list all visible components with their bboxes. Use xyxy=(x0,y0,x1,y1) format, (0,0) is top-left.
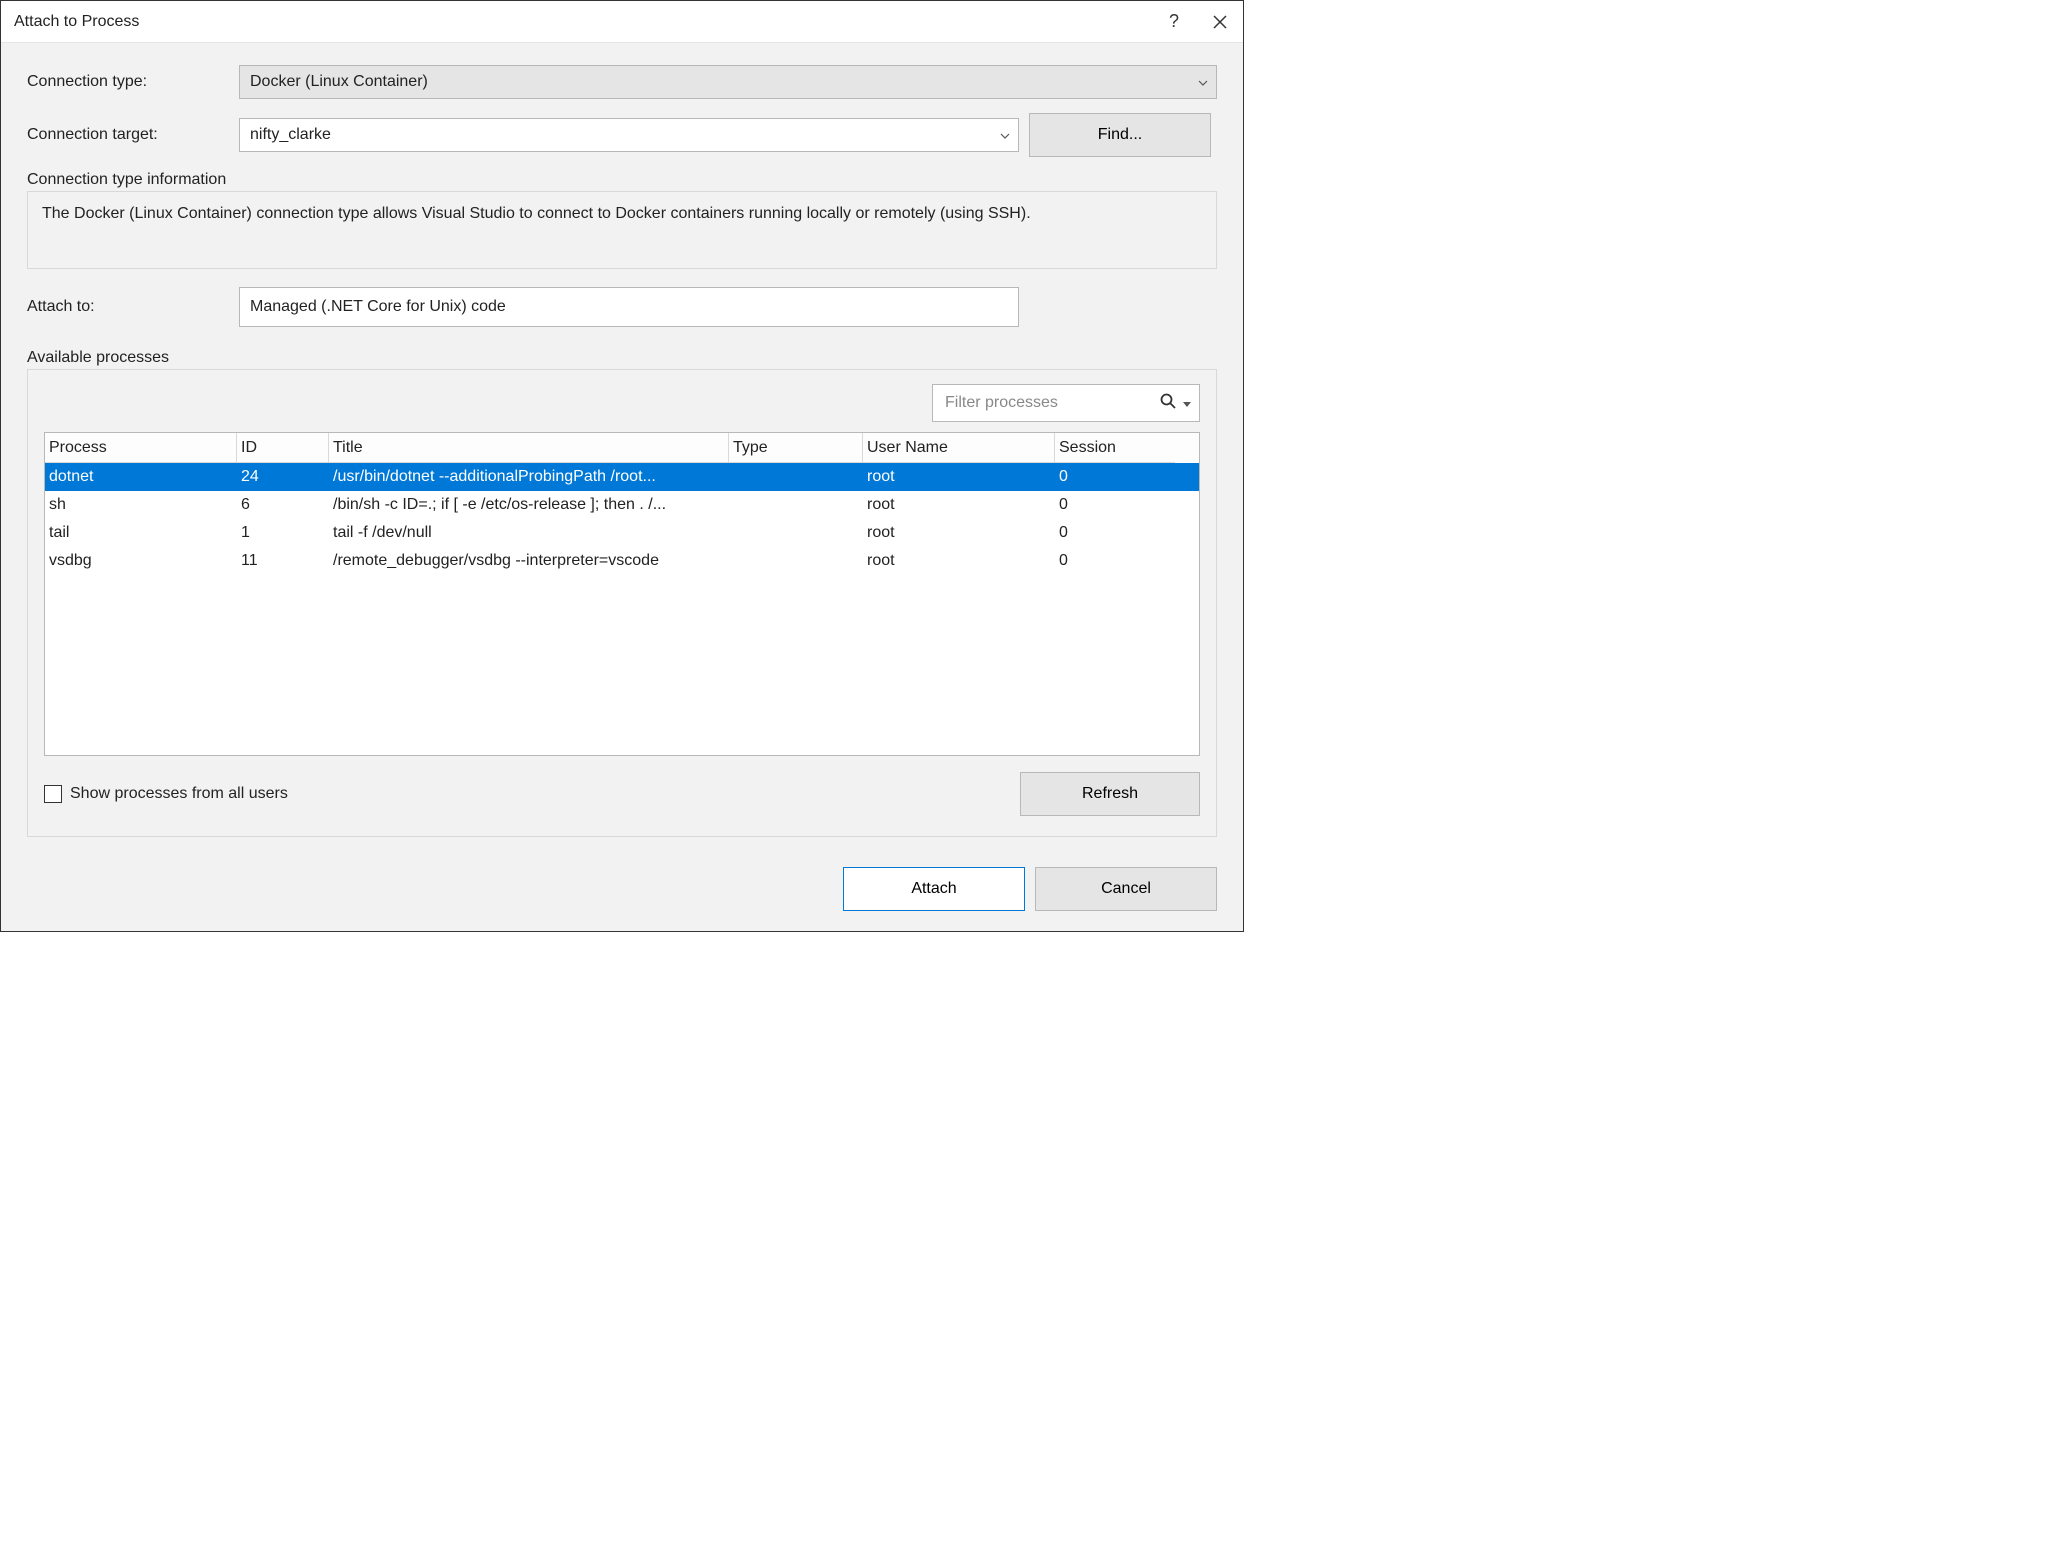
dialog-body: Connection type: Docker (Linux Container… xyxy=(1,43,1243,931)
table-row[interactable]: tail1tail -f /dev/null root0 xyxy=(45,519,1199,547)
table-header: Process ID Title Type User Name Session xyxy=(45,433,1199,463)
filter-processes-input[interactable] xyxy=(943,393,1159,413)
chevron-down-icon xyxy=(1198,73,1208,91)
cell-session: 0 xyxy=(1055,468,1175,486)
col-id[interactable]: ID xyxy=(237,433,329,463)
table-row[interactable]: vsdbg11/remote_debugger/vsdbg --interpre… xyxy=(45,547,1199,575)
cell-process: tail xyxy=(45,524,237,542)
attach-to-field[interactable]: Managed (.NET Core for Unix) code xyxy=(239,287,1019,327)
col-process[interactable]: Process xyxy=(45,433,237,463)
connection-type-dropdown[interactable]: Docker (Linux Container) xyxy=(239,65,1217,99)
available-processes-panel: Process ID Title Type User Name Session … xyxy=(27,369,1217,837)
chevron-down-icon xyxy=(1000,126,1010,144)
available-processes-heading: Available processes xyxy=(27,349,1217,367)
filter-dropdown-icon[interactable] xyxy=(1183,395,1191,412)
cell-session: 0 xyxy=(1055,524,1175,542)
cell-id: 1 xyxy=(237,524,329,542)
dialog-title: Attach to Process xyxy=(14,13,1151,31)
cell-session: 0 xyxy=(1055,552,1175,570)
connection-type-value: Docker (Linux Container) xyxy=(250,73,428,91)
find-button[interactable]: Find... xyxy=(1029,113,1211,157)
attach-to-label: Attach to: xyxy=(27,298,239,316)
cell-process: vsdbg xyxy=(45,552,237,570)
connection-target-label: Connection target: xyxy=(27,126,239,144)
cell-id: 6 xyxy=(237,496,329,514)
close-button[interactable] xyxy=(1197,1,1243,43)
show-all-users-label: Show processes from all users xyxy=(70,785,288,803)
cell-user: root xyxy=(863,524,1055,542)
show-all-users-checkbox[interactable]: Show processes from all users xyxy=(44,785,288,803)
connection-target-dropdown[interactable]: nifty_clarke xyxy=(239,118,1019,152)
cell-title: /remote_debugger/vsdbg --interpreter=vsc… xyxy=(329,552,729,570)
col-user[interactable]: User Name xyxy=(863,433,1055,463)
table-row[interactable]: sh6/bin/sh -c ID=.; if [ -e /etc/os-rele… xyxy=(45,491,1199,519)
refresh-button[interactable]: Refresh xyxy=(1020,772,1200,816)
titlebar: Attach to Process ? xyxy=(1,1,1243,43)
attach-button[interactable]: Attach xyxy=(843,867,1025,911)
table-row[interactable]: dotnet24/usr/bin/dotnet --additionalProb… xyxy=(45,463,1199,491)
close-icon xyxy=(1213,15,1227,29)
table-body: dotnet24/usr/bin/dotnet --additionalProb… xyxy=(45,463,1199,575)
cell-session: 0 xyxy=(1055,496,1175,514)
cell-title: /bin/sh -c ID=.; if [ -e /etc/os-release… xyxy=(329,496,729,514)
connection-target-value: nifty_clarke xyxy=(250,126,331,144)
cell-title: /usr/bin/dotnet --additionalProbingPath … xyxy=(329,468,729,486)
process-table: Process ID Title Type User Name Session … xyxy=(44,432,1200,756)
col-session[interactable]: Session xyxy=(1055,433,1175,463)
cancel-button[interactable]: Cancel xyxy=(1035,867,1217,911)
col-title[interactable]: Title xyxy=(329,433,729,463)
attach-to-process-dialog: Attach to Process ? Connection type: Doc… xyxy=(0,0,1244,932)
col-type[interactable]: Type xyxy=(729,433,863,463)
search-icon[interactable] xyxy=(1159,392,1177,414)
help-button[interactable]: ? xyxy=(1151,1,1197,43)
connection-info-heading: Connection type information xyxy=(27,171,1217,189)
cell-user: root xyxy=(863,496,1055,514)
connection-info-text: The Docker (Linux Container) connection … xyxy=(27,191,1217,269)
cell-process: sh xyxy=(45,496,237,514)
connection-type-label: Connection type: xyxy=(27,73,239,91)
cell-user: root xyxy=(863,552,1055,570)
cell-id: 11 xyxy=(237,552,329,570)
cell-title: tail -f /dev/null xyxy=(329,524,729,542)
filter-processes-input-wrap xyxy=(932,384,1200,422)
attach-to-value: Managed (.NET Core for Unix) code xyxy=(250,298,506,316)
cell-user: root xyxy=(863,468,1055,486)
cell-process: dotnet xyxy=(45,468,237,486)
cell-id: 24 xyxy=(237,468,329,486)
checkbox-box xyxy=(44,785,62,803)
dialog-footer: Attach Cancel xyxy=(27,867,1217,911)
